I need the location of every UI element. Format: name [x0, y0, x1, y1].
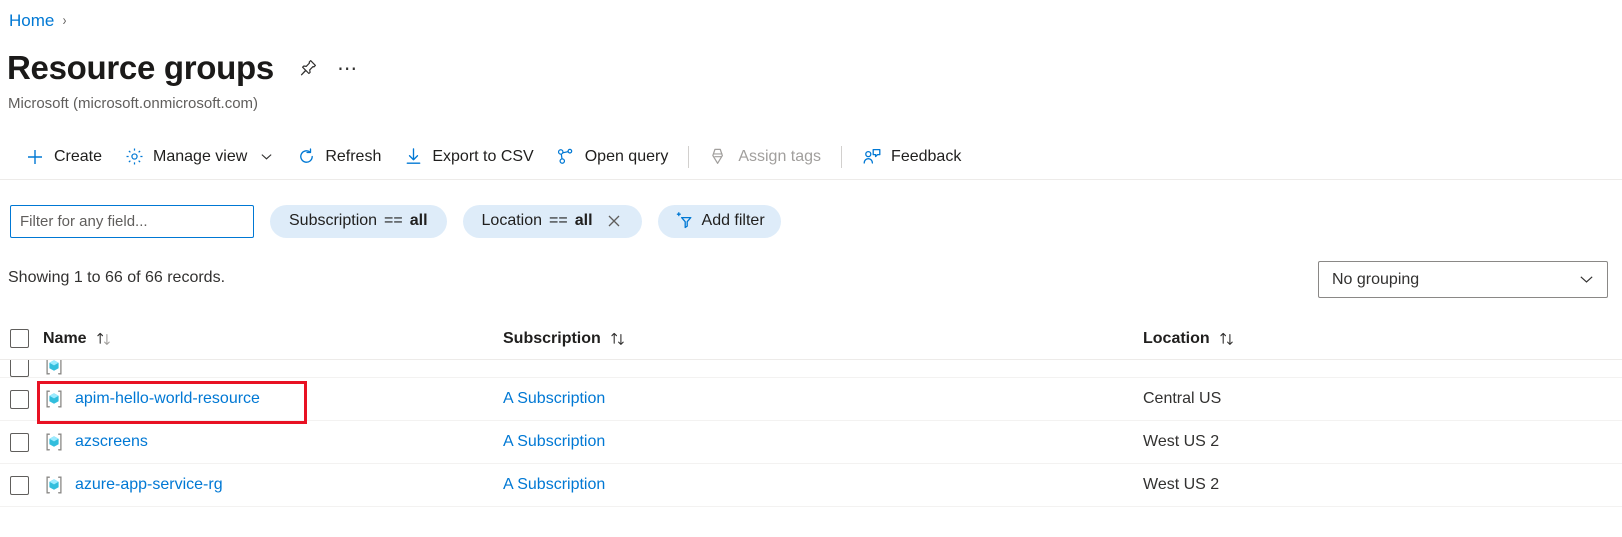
tags-icon: [709, 147, 729, 167]
location-value: West US 2: [1143, 433, 1220, 450]
row-checkbox[interactable]: [10, 389, 29, 409]
remove-filter-icon[interactable]: [605, 212, 623, 230]
filter-pill-location-value: all: [574, 212, 593, 229]
feedback-button[interactable]: Feedback: [851, 139, 972, 175]
sort-icon: [1218, 330, 1236, 348]
table-row-partial[interactable]: [0, 360, 1622, 378]
select-all-checkbox[interactable]: [10, 329, 29, 348]
add-filter-icon: [674, 211, 694, 231]
grouping-select-value: No grouping: [1332, 270, 1420, 288]
filter-pill-subscription[interactable]: Subscription == all: [270, 204, 447, 238]
filter-pill-subscription-operator: ==: [384, 212, 403, 229]
filter-bar: Subscription == all Location == all Add …: [0, 196, 1622, 246]
filter-pill-subscription-value: all: [409, 212, 428, 229]
command-bar: Create Manage view Refresh Export to CSV…: [0, 134, 1622, 180]
manage-view-button-label: Manage view: [153, 147, 248, 165]
page-subtitle: Microsoft (microsoft.onmicrosoft.com): [8, 95, 259, 112]
table-row[interactable]: azure-app-service-rg A Subscription West…: [0, 464, 1622, 507]
column-header-location[interactable]: Location: [1143, 330, 1236, 348]
column-header-subscription-label: Subscription: [503, 329, 601, 347]
export-csv-button[interactable]: Export to CSV: [392, 139, 544, 175]
table-row[interactable]: azscreens A Subscription West US 2: [0, 421, 1622, 464]
filter-pill-location-operator: ==: [549, 212, 568, 229]
subscription-link[interactable]: A Subscription: [503, 433, 605, 451]
refresh-button-label: Refresh: [325, 147, 382, 165]
resource-group-link[interactable]: apim-hello-world-resource: [75, 390, 260, 408]
resource-groups-table: Name Subscription Location apim-hello-wo…: [0, 318, 1622, 507]
row-checkbox[interactable]: [10, 360, 29, 377]
download-icon: [403, 147, 423, 167]
create-button[interactable]: Create: [14, 139, 113, 175]
refresh-icon: [296, 147, 316, 167]
breadcrumb-home-link[interactable]: Home: [9, 10, 54, 32]
column-header-location-label: Location: [1143, 329, 1210, 347]
feedback-person-icon: [862, 147, 882, 167]
create-button-label: Create: [54, 147, 103, 165]
query-graph-icon: [556, 147, 576, 167]
manage-view-button[interactable]: Manage view: [113, 139, 285, 175]
ellipsis-icon[interactable]: ⋯: [330, 50, 366, 86]
toolbar-divider: [688, 145, 690, 168]
open-query-button[interactable]: Open query: [545, 139, 680, 175]
breadcrumb: Home ›: [9, 10, 67, 32]
resource-group-icon: [43, 474, 65, 496]
resource-group-link[interactable]: azscreens: [75, 433, 148, 451]
records-count: Showing 1 to 66 of 66 records.: [8, 269, 226, 286]
page-title-row: Resource groups ⋯: [7, 46, 366, 90]
column-header-name[interactable]: Name: [43, 330, 113, 348]
subscription-link[interactable]: A Subscription: [503, 476, 605, 494]
subscription-link[interactable]: A Subscription: [503, 390, 605, 408]
assign-tags-button[interactable]: Assign tags: [698, 139, 832, 175]
feedback-button-label: Feedback: [891, 147, 962, 165]
table-header-row: Name Subscription Location: [0, 318, 1622, 360]
export-csv-button-label: Export to CSV: [432, 147, 534, 165]
row-checkbox[interactable]: [10, 475, 29, 495]
row-checkbox[interactable]: [10, 432, 29, 452]
sort-icon: [609, 330, 627, 348]
filter-pill-location[interactable]: Location == all: [462, 204, 642, 238]
resource-group-icon: [43, 431, 65, 453]
filter-pill-subscription-field: Subscription: [289, 212, 378, 229]
toolbar-divider-2: [841, 145, 843, 168]
filter-pill-location-field: Location: [481, 212, 543, 229]
resource-group-icon: [43, 360, 65, 377]
assign-tags-button-label: Assign tags: [738, 147, 822, 165]
plus-icon: [25, 147, 45, 167]
resource-group-link[interactable]: azure-app-service-rg: [75, 476, 223, 494]
add-filter-button[interactable]: Add filter: [657, 204, 781, 238]
add-filter-label: Add filter: [701, 212, 765, 229]
chevron-down-icon: [1578, 271, 1595, 288]
resource-groups-page: Home › Resource groups ⋯ Microsoft (micr…: [0, 0, 1622, 537]
pin-icon[interactable]: [290, 50, 326, 86]
open-query-button-label: Open query: [584, 147, 669, 165]
table-row[interactable]: apim-hello-world-resource A Subscription…: [0, 378, 1622, 421]
column-header-subscription[interactable]: Subscription: [503, 330, 627, 348]
page-title: Resource groups: [7, 49, 274, 86]
grouping-select[interactable]: No grouping: [1318, 261, 1608, 298]
location-value: West US 2: [1143, 476, 1220, 493]
column-header-name-label: Name: [43, 329, 87, 347]
search-input[interactable]: [10, 204, 254, 238]
refresh-button[interactable]: Refresh: [285, 139, 392, 175]
gear-icon: [124, 147, 144, 167]
breadcrumb-separator-icon: ›: [62, 12, 67, 29]
sort-icon: [95, 330, 113, 348]
resource-group-icon: [43, 388, 65, 410]
location-value: Central US: [1143, 390, 1222, 407]
resource-group-name-cell: apim-hello-world-resource: [43, 388, 260, 410]
chevron-down-icon: [260, 150, 274, 164]
